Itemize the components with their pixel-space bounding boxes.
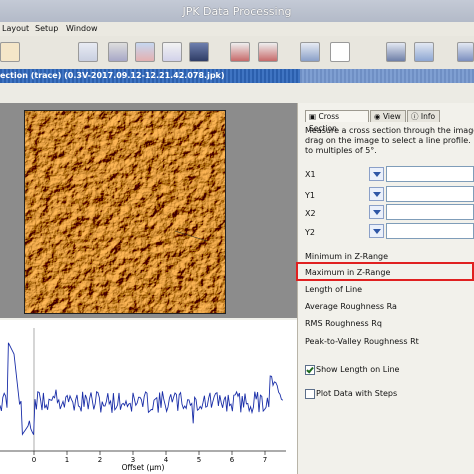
highlight-box — [296, 262, 474, 281]
plot-steps-checkbox[interactable] — [305, 389, 315, 399]
plot-steps-label: Plot Data with Steps — [316, 389, 398, 398]
show-length-label: Show Length on Line — [316, 365, 400, 374]
stat-peak-to-valley: Peak-to-Valley Roughness Rt — [305, 337, 419, 346]
x-tick-label: 0 — [32, 456, 36, 464]
x2-label: X2 — [305, 209, 316, 218]
menu-layout[interactable]: Layout — [2, 24, 29, 33]
settings-icon[interactable] — [457, 42, 474, 62]
panel-description: Measure a cross section through the imag… — [305, 126, 474, 156]
y1-field[interactable] — [386, 186, 474, 202]
description-line: to multiples of 5°. — [305, 146, 377, 155]
bar-chart-2-icon[interactable] — [258, 42, 278, 62]
description-line: Measure a cross section through the imag… — [305, 126, 474, 135]
y2-dropdown[interactable] — [369, 224, 384, 238]
tool-icon[interactable] — [386, 42, 406, 62]
stat-minimum-z-range: Minimum in Z-Range — [305, 252, 389, 261]
show-length-checkbox[interactable] — [305, 365, 315, 375]
open-folder-icon[interactable] — [0, 42, 20, 62]
toolbar — [0, 36, 474, 70]
menu-setup[interactable]: Setup — [35, 24, 58, 33]
grid-icon[interactable] — [300, 42, 320, 62]
window-title: JPK Data Processing — [182, 5, 292, 18]
stat-length-of-line: Length of Line — [305, 285, 363, 294]
refresh-icon[interactable] — [330, 42, 350, 62]
menu-bar: Layout Setup Window — [0, 22, 474, 37]
image-view-icon[interactable] — [78, 42, 98, 62]
x-tick-label: 2 — [98, 456, 102, 464]
y1-dropdown[interactable] — [369, 187, 384, 201]
menu-window[interactable]: Window — [66, 24, 98, 33]
export-icon[interactable] — [414, 42, 434, 62]
tab-info[interactable]: ⓘ Info — [407, 110, 440, 122]
y2-label: Y2 — [305, 228, 315, 237]
description-line: drag on the image to select a line profi… — [305, 136, 474, 145]
plot-x-label: Offset (µm) — [122, 463, 165, 472]
tab-view[interactable]: ◉ View — [370, 110, 406, 122]
line-graph-icon[interactable] — [162, 42, 182, 62]
sub-toolbar — [0, 83, 474, 104]
document-tab-filler — [300, 69, 474, 83]
bar-chart-icon[interactable] — [230, 42, 250, 62]
document-title: ection (trace) (0.3V-2017.09.12-12.21.42… — [0, 71, 225, 80]
window-title-bar: JPK Data Processing — [0, 0, 474, 23]
info-icon: ⓘ — [411, 112, 419, 121]
y1-label: Y1 — [305, 191, 315, 200]
x-tick-label: 6 — [230, 456, 235, 464]
cross-section-plot: 01234567 Offset (µm) — [0, 320, 297, 474]
cross-section-icon: ▣ — [309, 112, 317, 121]
eye-icon: ◉ — [374, 112, 381, 121]
y2-field[interactable] — [386, 223, 474, 239]
x1-field[interactable] — [386, 166, 474, 182]
color-map-icon[interactable] — [135, 42, 155, 62]
x1-dropdown[interactable] — [369, 167, 384, 181]
histogram-icon[interactable] — [108, 42, 128, 62]
stat-rms-roughness: RMS Roughness Rq — [305, 319, 382, 328]
x-tick-label: 1 — [65, 456, 69, 464]
afm-texture — [25, 111, 225, 313]
tab-cross-section[interactable]: ▣ Cross Section — [305, 110, 369, 133]
x2-dropdown[interactable] — [369, 205, 384, 219]
x1-label: X1 — [305, 170, 316, 179]
stat-average-roughness: Average Roughness Ra — [305, 302, 397, 311]
document-tab-bar: ection (trace) (0.3V-2017.09.12-12.21.42… — [0, 69, 474, 83]
x2-field[interactable] — [386, 204, 474, 220]
afm-height-image[interactable] — [24, 110, 226, 314]
x-tick-label: 7 — [263, 456, 267, 464]
x-tick-label: 5 — [197, 456, 201, 464]
image-display-icon[interactable] — [189, 42, 209, 62]
x-tick-label: 4 — [164, 456, 169, 464]
